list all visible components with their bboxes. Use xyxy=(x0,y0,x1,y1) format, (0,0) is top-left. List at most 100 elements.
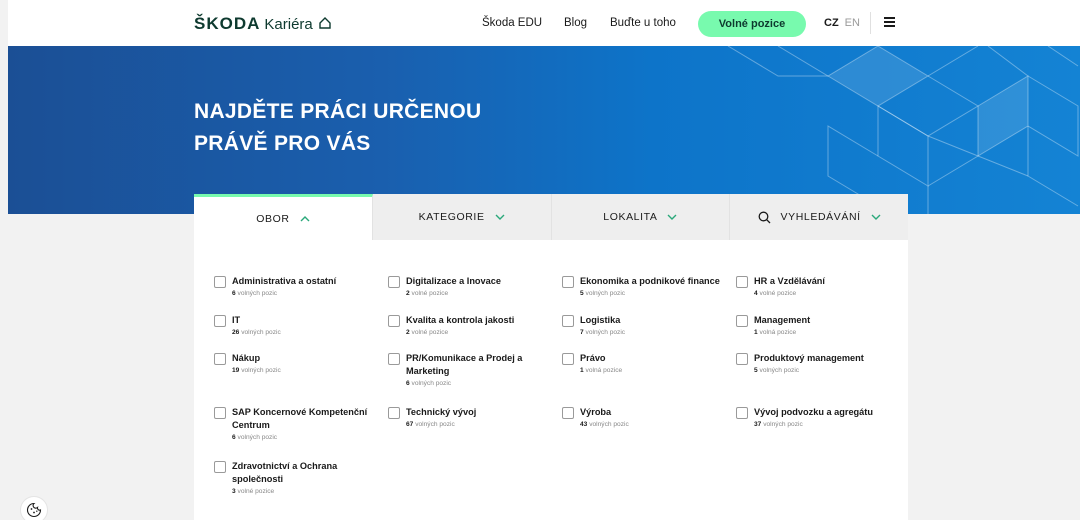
checkbox[interactable] xyxy=(562,407,574,419)
tab-vyhledavani[interactable]: VYHLEDÁVÁNÍ xyxy=(730,194,908,240)
item-count-number: 2 xyxy=(406,329,410,336)
item-label: PR/Komunikace a Prodej a Marketing xyxy=(406,353,523,376)
obor-checkbox-item[interactable]: Výroba 43 volných pozic xyxy=(562,406,732,428)
item-count: 19 volných pozic xyxy=(232,367,281,374)
nav-budte-u-toho[interactable]: Buďte u toho xyxy=(610,0,676,46)
item-count: 2 volné pozice xyxy=(406,329,514,336)
obor-checkbox-item[interactable]: Digitalizace a Inovace 2 volné pozice xyxy=(388,275,558,297)
obor-checkbox-item[interactable]: Právo 1 volná pozice xyxy=(562,352,732,374)
obor-checkbox-item[interactable]: SAP Koncernové Kompetenční Centrum 6 voln… xyxy=(214,406,384,441)
item-label: Ekonomika a podnikové finance xyxy=(580,276,720,286)
obor-checkbox-item[interactable]: Produktový management 5 volných pozic xyxy=(736,352,906,374)
checkbox[interactable] xyxy=(214,276,226,288)
site-logo[interactable]: ŠKODA Kariéra xyxy=(194,14,332,34)
tab-kategorie[interactable]: KATEGORIE xyxy=(372,194,552,240)
tab-lokalita-label: LOKALITA xyxy=(603,211,658,223)
obor-checkbox-item[interactable]: Administrativa a ostatní 6 volných pozic xyxy=(214,275,384,297)
open-positions-button[interactable]: Volné pozice xyxy=(698,11,806,37)
obor-checkbox-item[interactable]: Ekonomika a podnikové finance 5 volných p… xyxy=(562,275,732,297)
tab-lokalita[interactable]: LOKALITA xyxy=(551,194,731,240)
obor-checkbox-item[interactable]: Kvalita a kontrola jakosti 2 volné pozice xyxy=(388,314,558,336)
item-label: Digitalizace a Inovace xyxy=(406,276,501,286)
header-divider xyxy=(870,12,871,34)
item-count-number: 26 xyxy=(232,329,240,336)
checkbox[interactable] xyxy=(388,315,400,327)
item-count: 67 volných pozic xyxy=(406,421,476,428)
item-label: Nákup xyxy=(232,353,261,363)
item-count-suffix: volné pozice xyxy=(759,290,797,297)
checkbox[interactable] xyxy=(562,353,574,365)
item-text: Management 1 volná pozice xyxy=(754,314,810,336)
nav-blog[interactable]: Blog xyxy=(564,0,587,46)
item-text: HR a Vzdělávání 4 volné pozice xyxy=(754,275,825,297)
item-count-suffix: volná pozice xyxy=(585,367,623,374)
lang-en[interactable]: EN xyxy=(845,17,860,29)
obor-checkbox-item[interactable]: PR/Komunikace a Prodej a Marketing 6 voln… xyxy=(388,352,558,387)
checkbox[interactable] xyxy=(736,315,748,327)
item-label: Výroba xyxy=(580,407,612,417)
item-label: SAP Koncernové Kompetenční Centrum xyxy=(232,407,368,430)
item-count-suffix: volná pozice xyxy=(759,329,797,336)
cookie-settings-button[interactable] xyxy=(20,496,48,520)
item-count: 26 volných pozic xyxy=(232,329,281,336)
item-text: SAP Koncernové Kompetenční Centrum 6 voln… xyxy=(232,406,384,441)
item-count-suffix: volných pozic xyxy=(759,367,800,374)
checkbox[interactable] xyxy=(736,276,748,288)
hamburger-menu-icon[interactable] xyxy=(884,17,895,28)
item-label: Produktový management xyxy=(754,353,864,363)
item-count-number: 3 xyxy=(232,488,236,495)
page-gutter xyxy=(0,0,8,520)
tab-obor-label: OBOR xyxy=(256,212,290,225)
hero-banner: NAJDĚTE PRÁCI URČENOU PRÁVĚ PRO VÁS xyxy=(8,46,1080,214)
nav-skoda-edu[interactable]: Škoda EDU xyxy=(482,0,542,46)
obor-checkbox-item[interactable]: Zdravotnictví a Ochrana společnosti 3 vol… xyxy=(214,460,384,495)
obor-checkbox-item[interactable]: HR a Vzdělávání 4 volné pozice xyxy=(736,275,906,297)
item-text: Produktový management 5 volných pozic xyxy=(754,352,864,374)
checkbox[interactable] xyxy=(214,461,226,473)
item-count-number: 2 xyxy=(406,290,410,297)
cookie-icon xyxy=(26,502,42,518)
item-count: 4 volné pozice xyxy=(754,290,825,297)
checkbox[interactable] xyxy=(388,353,400,365)
nav-skoda-edu-link[interactable]: Škoda EDU xyxy=(482,17,542,29)
item-count-number: 6 xyxy=(406,380,410,387)
obor-checkbox-item[interactable]: IT 26 volných pozic xyxy=(214,314,384,336)
item-label: Vývoj podvozku a agregátu xyxy=(754,407,873,417)
checkbox[interactable] xyxy=(214,315,226,327)
checkbox[interactable] xyxy=(562,276,574,288)
nav-blog-link[interactable]: Blog xyxy=(564,17,587,29)
checkbox[interactable] xyxy=(214,353,226,365)
checkbox[interactable] xyxy=(736,407,748,419)
item-count-number: 6 xyxy=(232,290,236,297)
tab-obor[interactable]: OBOR xyxy=(194,194,373,240)
obor-filter-panel: Administrativa a ostatní 6 volných pozic D… xyxy=(194,240,908,520)
chevron-down-icon xyxy=(871,214,881,220)
item-label: Logistika xyxy=(580,315,621,325)
item-label: Právo xyxy=(580,353,606,363)
item-count-suffix: volných pozic xyxy=(237,434,278,441)
checkbox[interactable] xyxy=(214,407,226,419)
item-count-number: 43 xyxy=(580,421,588,428)
item-count: 7 volných pozic xyxy=(580,329,625,336)
item-text: Právo 1 volná pozice xyxy=(580,352,622,374)
item-count: 6 volných pozic xyxy=(406,380,558,387)
obor-checkbox-item[interactable]: Technický vývoj 67 volných pozic xyxy=(388,406,558,428)
obor-checkbox-item[interactable]: Management 1 volná pozice xyxy=(736,314,906,336)
item-count-number: 6 xyxy=(232,434,236,441)
item-count-suffix: volných pozic xyxy=(585,290,626,297)
obor-checkbox-item[interactable]: Vývoj podvozku a agregátu 37 volných pozi… xyxy=(736,406,906,428)
hero-pattern-decoration xyxy=(727,46,1079,214)
checkbox[interactable] xyxy=(388,407,400,419)
nav-budte-u-toho-link[interactable]: Buďte u toho xyxy=(610,17,676,29)
checkbox[interactable] xyxy=(736,353,748,365)
item-text: Digitalizace a Inovace 2 volné pozice xyxy=(406,275,501,297)
item-count-suffix: volných pozic xyxy=(241,329,281,336)
item-label: Administrativa a ostatní xyxy=(232,276,337,286)
checkbox[interactable] xyxy=(388,276,400,288)
item-count-suffix: volných pozic xyxy=(763,421,803,428)
obor-checkbox-item[interactable]: Nákup 19 volných pozic xyxy=(214,352,384,374)
chevron-down-icon xyxy=(495,214,505,220)
lang-cz[interactable]: CZ xyxy=(824,17,839,29)
obor-checkbox-item[interactable]: Logistika 7 volných pozic xyxy=(562,314,732,336)
checkbox[interactable] xyxy=(562,315,574,327)
